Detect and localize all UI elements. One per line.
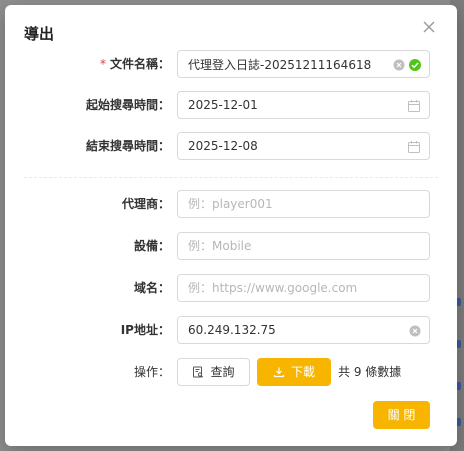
domain-input[interactable]	[177, 274, 430, 302]
file-name-label-text: 文件名稱	[109, 57, 158, 71]
domain-label-text: 域名	[133, 281, 158, 295]
ip-input[interactable]	[177, 316, 430, 344]
search-doc-icon	[193, 366, 204, 378]
query-button-label: 查詢	[210, 365, 235, 379]
end-time-label: 結束搜尋時間：	[85, 139, 170, 153]
start-time-label: 起始搜尋時間：	[85, 98, 170, 112]
clear-icon[interactable]	[392, 57, 406, 71]
domain-label: 域名：	[133, 281, 170, 295]
agent-row: 代理商：	[5, 190, 457, 218]
device-row: 設備：	[5, 232, 457, 260]
export-dialog: 導出 *文件名稱： 起始搜尋時間： 結束搜尋時間：	[5, 5, 457, 446]
clear-icon[interactable]	[408, 323, 422, 337]
ip-field-wrap	[177, 316, 430, 344]
file-name-label: * 文件名稱：	[99, 57, 170, 71]
agent-label: 代理商：	[121, 197, 170, 211]
record-count: 共 9 條數據	[338, 365, 402, 379]
device-label-text: 設備	[133, 239, 158, 253]
actions-label-text: 操作	[133, 365, 158, 379]
end-date-picker[interactable]	[177, 132, 430, 160]
ip-row: IP地址：	[5, 316, 457, 344]
file-name-row: * 文件名稱：	[5, 50, 457, 78]
check-circle-icon	[408, 57, 422, 71]
section-divider	[24, 177, 438, 178]
download-icon	[273, 367, 285, 378]
start-time-field-wrap	[177, 91, 430, 119]
calendar-icon[interactable]	[407, 98, 421, 112]
close-icon[interactable]	[421, 19, 437, 35]
agent-input[interactable]	[177, 190, 430, 218]
ip-label: IP地址：	[120, 323, 170, 337]
agent-label-text: 代理商	[121, 197, 158, 211]
start-time-row: 起始搜尋時間：	[5, 91, 457, 119]
close-dialog-button[interactable]: 關 閉	[373, 401, 430, 429]
domain-row: 域名：	[5, 274, 457, 302]
query-button[interactable]: 查詢	[177, 358, 250, 386]
end-time-row: 結束搜尋時間：	[5, 132, 457, 160]
dialog-title: 導出	[24, 25, 55, 43]
end-time-label-text: 結束搜尋時間	[85, 139, 158, 153]
actions-label: 操作：	[133, 365, 170, 379]
actions-row: 操作： 查詢 下載 共 9 條數據	[5, 358, 457, 386]
device-label: 設備：	[133, 239, 170, 253]
start-time-label-text: 起始搜尋時間	[85, 98, 158, 112]
ip-label-text: IP地址	[120, 323, 158, 337]
calendar-icon[interactable]	[407, 139, 421, 153]
download-button[interactable]: 下載	[257, 358, 331, 386]
download-button-label: 下載	[290, 365, 315, 379]
required-mark: *	[99, 57, 106, 71]
end-time-field-wrap	[177, 132, 430, 160]
start-date-picker[interactable]	[177, 91, 430, 119]
file-name-field-wrap	[177, 50, 430, 78]
device-input[interactable]	[177, 232, 430, 260]
